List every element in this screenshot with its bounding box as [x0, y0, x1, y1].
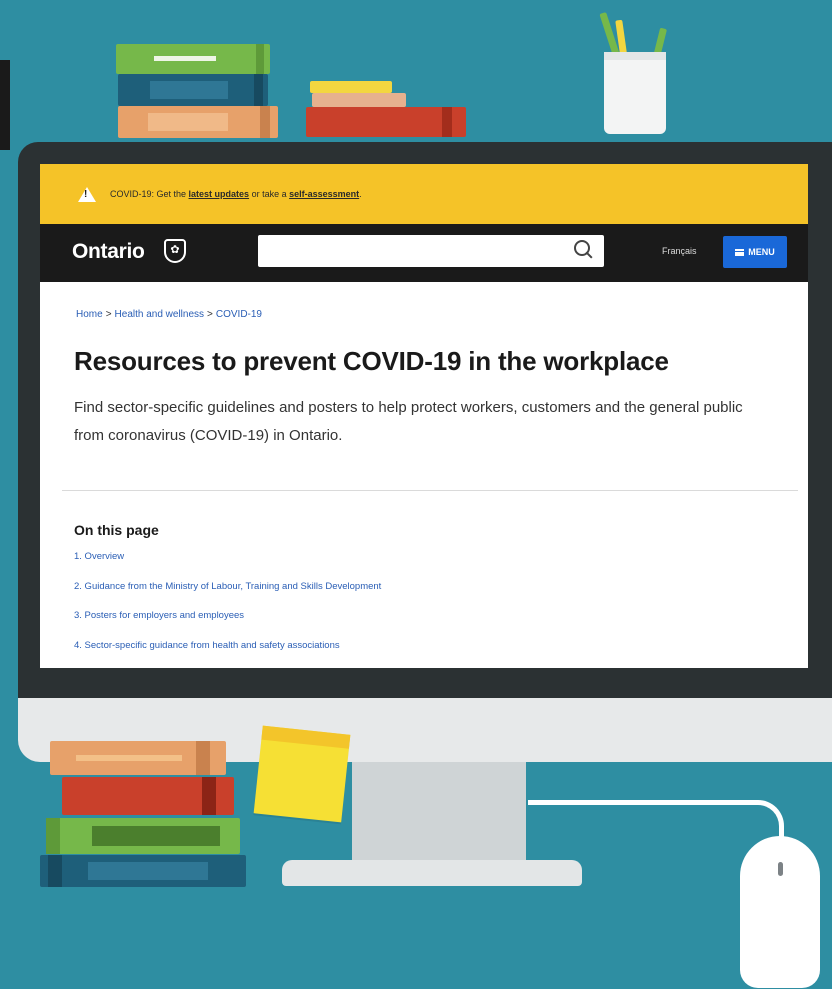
alert-text: COVID-19: Get the latest updates or take… [110, 189, 362, 199]
warning-icon: ! [78, 186, 96, 202]
menu-label: MENU [748, 247, 775, 257]
language-toggle-link[interactable]: Français [662, 246, 697, 256]
browser-screen: ! COVID-19: Get the latest updates or ta… [40, 164, 808, 668]
ontario-logo[interactable]: Ontario [72, 240, 145, 264]
book [40, 855, 246, 887]
book [50, 741, 226, 775]
mouse [740, 836, 820, 988]
alert-suffix: . [359, 189, 362, 199]
site-header: Ontario ✿ Français MENU [40, 224, 808, 282]
self-assessment-link[interactable]: self-assessment [289, 189, 359, 199]
breadcrumb-separator: > [105, 309, 112, 320]
alert-prefix: COVID-19: Get the [110, 189, 189, 199]
search-icon[interactable] [574, 240, 590, 256]
mouse-cable [528, 800, 784, 860]
toc-link-ministry-guidance[interactable]: 2. Guidance from the Ministry of Labour,… [74, 581, 381, 611]
book [310, 81, 392, 93]
breadcrumb-covid-19[interactable]: COVID-19 [216, 309, 262, 320]
breadcrumb-home[interactable]: Home [76, 309, 103, 320]
page-title: Resources to prevent COVID-19 in the wor… [74, 346, 669, 376]
toc-link-posters[interactable]: 3. Posters for employers and employees [74, 610, 381, 640]
book [62, 777, 234, 815]
alert-middle: or take a [249, 189, 290, 199]
cup [604, 52, 666, 134]
monitor-stand-foot [282, 860, 582, 886]
breadcrumb-health-and-wellness[interactable]: Health and wellness [115, 309, 205, 320]
toc-link-overview[interactable]: 1. Overview [74, 551, 381, 581]
search-input[interactable] [258, 235, 604, 267]
covid-alert-bar: ! COVID-19: Get the latest updates or ta… [40, 164, 808, 224]
book [46, 818, 240, 854]
book [306, 107, 466, 137]
sticky-note [253, 725, 351, 823]
divider [62, 490, 798, 491]
page-lead: Find sector-specific guidelines and post… [74, 399, 743, 444]
monitor-stand-neck [352, 762, 526, 866]
breadcrumb-separator: > [207, 309, 213, 320]
latest-updates-link[interactable]: latest updates [189, 189, 250, 199]
menu-button[interactable]: MENU [723, 236, 787, 268]
on-this-page-list: 1. Overview 2. Guidance from the Ministr… [74, 551, 381, 668]
bookend-edge [0, 60, 10, 150]
on-this-page-heading: On this page [74, 522, 159, 538]
breadcrumb: Home > Health and wellness > COVID-19 [76, 309, 262, 320]
menu-icon [735, 248, 745, 256]
book [118, 74, 268, 106]
book [116, 44, 270, 74]
toc-link-sector-guidance[interactable]: 4. Sector-specific guidance from health … [74, 640, 381, 669]
book [312, 93, 406, 107]
trillium-logo-icon[interactable]: ✿ [164, 239, 186, 263]
book [118, 106, 278, 138]
